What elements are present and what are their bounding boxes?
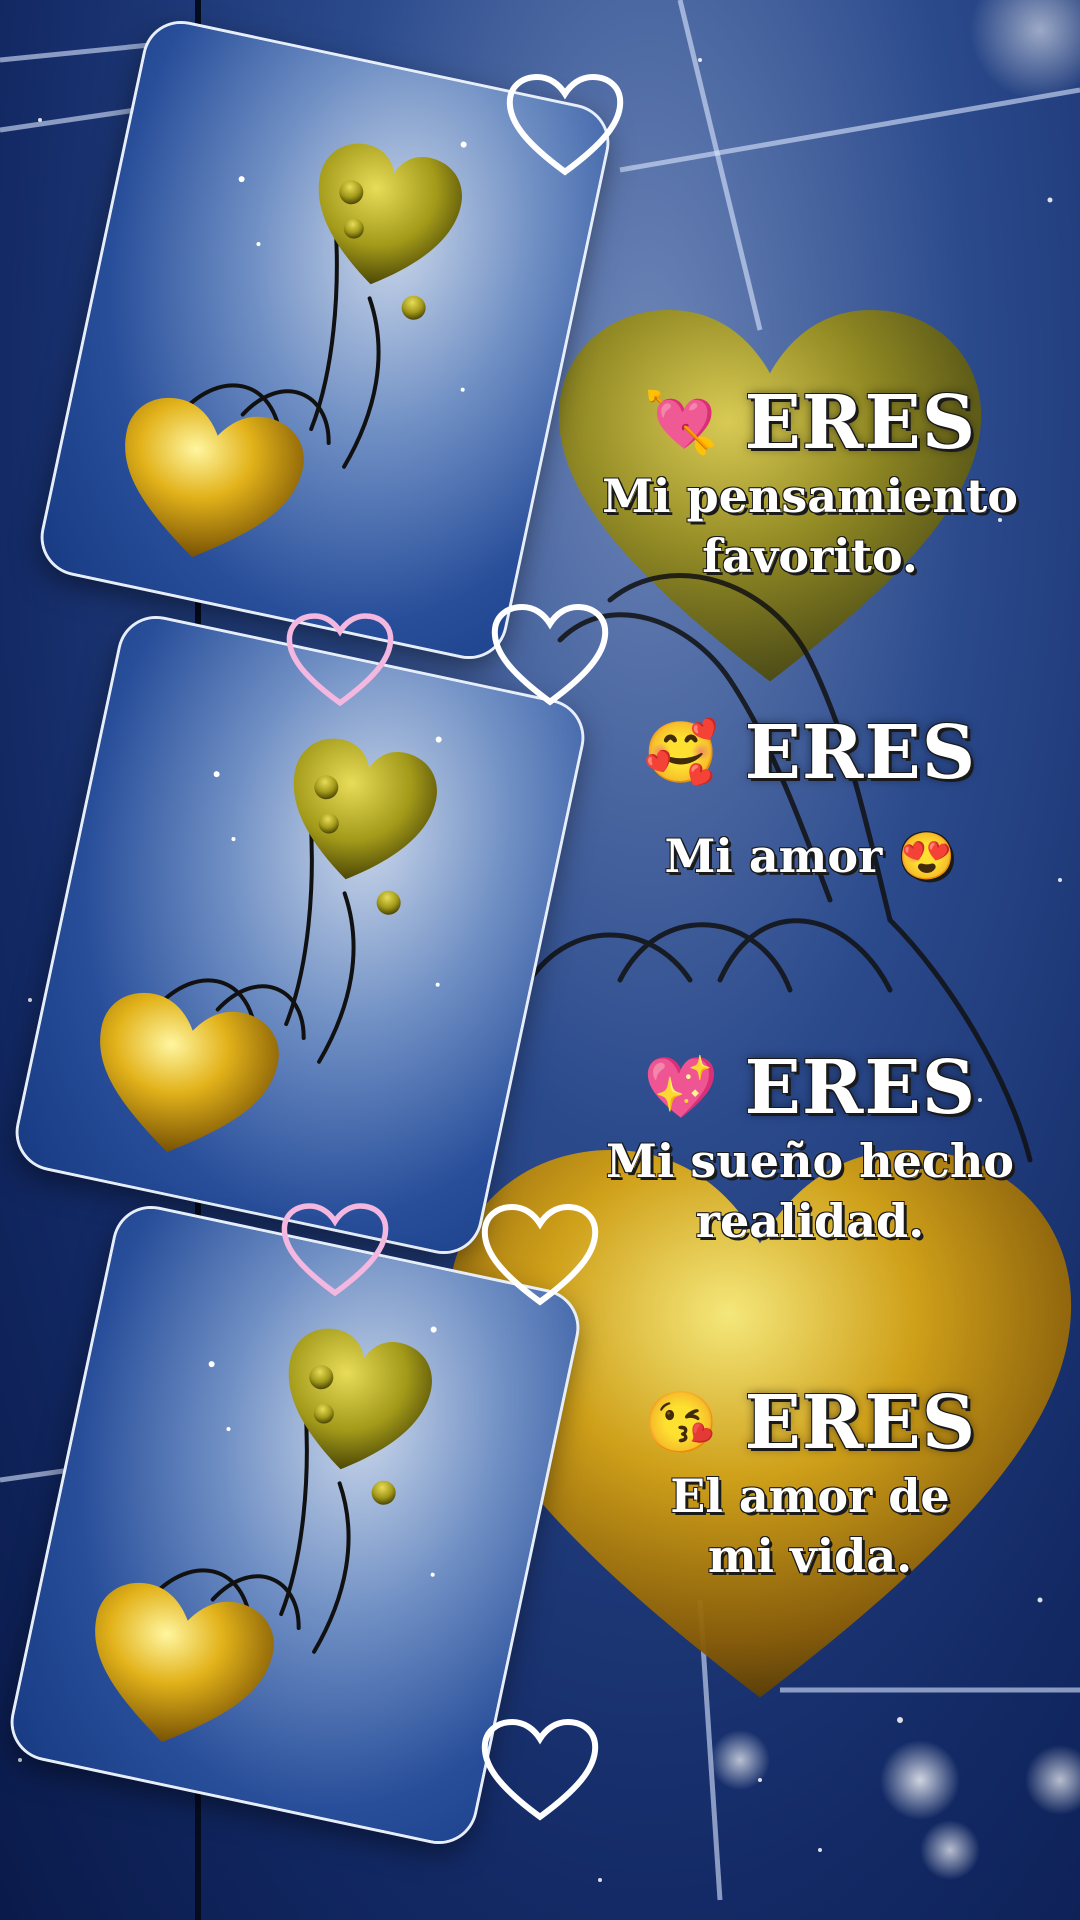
message-line: El amor de: [670, 1469, 950, 1523]
message-block: 🥰 ERES Mi amor 😍: [600, 710, 1020, 886]
eres-heading: ERES: [744, 1045, 977, 1131]
message-block: 😘 ERES El amor de mi vida.: [600, 1380, 1020, 1586]
kissing-face-icon: 😘: [643, 1388, 719, 1458]
message-line: favorito.: [702, 529, 918, 583]
message-line: realidad.: [695, 1194, 925, 1248]
eres-heading: ERES: [744, 710, 977, 796]
outline-heart-icon: [281, 1203, 389, 1297]
outline-heart-icon: [491, 603, 609, 706]
message-line: Mi amor 😍: [664, 829, 956, 883]
message-line: Mi sueño hecho: [605, 1134, 1014, 1188]
message-line: Mi pensamiento: [602, 469, 1018, 523]
outline-heart-icon: [506, 73, 624, 176]
smiling-hearts-face-icon: 🥰: [643, 718, 719, 788]
outline-heart-icon: [481, 1718, 599, 1821]
heart-arrow-icon: 💘: [643, 388, 719, 458]
eres-heading: ERES: [744, 1380, 977, 1466]
eres-heading: ERES: [744, 380, 977, 466]
message-block: 💖 ERES Mi sueño hecho realidad.: [600, 1045, 1020, 1251]
message-block: 💘 ERES Mi pensamiento favorito.: [600, 380, 1020, 586]
outline-heart-icon: [286, 613, 394, 707]
message-line: mi vida.: [707, 1529, 913, 1583]
sparkling-heart-icon: 💖: [643, 1053, 719, 1123]
outline-heart-icon: [481, 1203, 599, 1306]
